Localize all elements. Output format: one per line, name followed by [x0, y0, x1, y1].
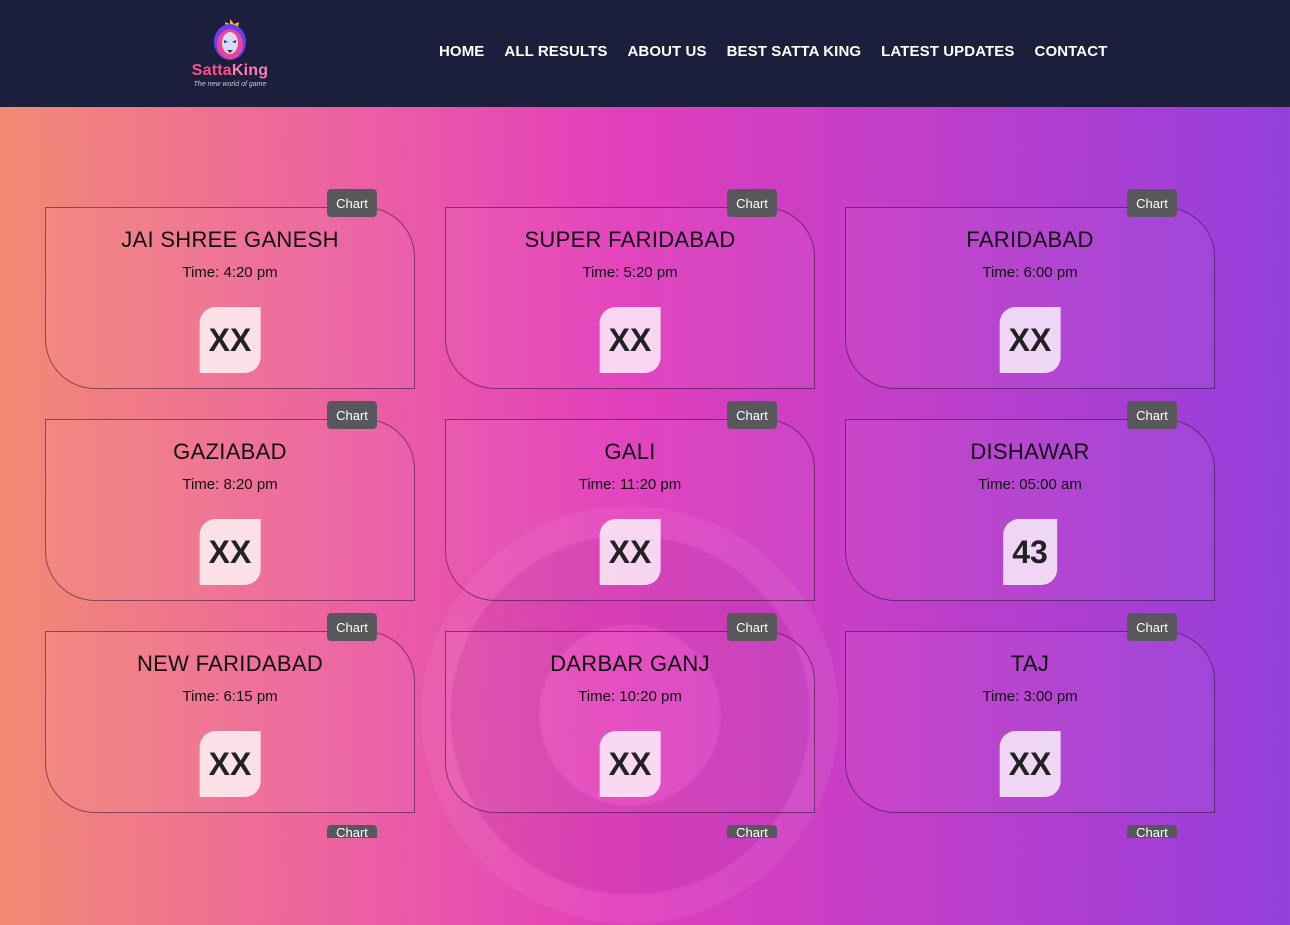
game-result: XX [199, 307, 261, 373]
game-title: NEW FARIDABAD [136, 651, 324, 676]
game-time: Time: 6:00 pm [982, 264, 1078, 281]
site-header: SattaKing The new world of game HOME ALL… [0, 0, 1290, 107]
chart-button[interactable]: Chart [1127, 825, 1177, 838]
game-time: Time: 05:00 am [978, 476, 1082, 493]
game-card: SUPER FARIDABAD Time: 5:20 pm XX [445, 207, 815, 389]
brand-tagline: The new world of game [193, 81, 267, 88]
game-title: GAZIABAD [173, 439, 287, 464]
game-card: FARIDABAD Time: 6:00 pm XX [845, 207, 1215, 389]
game-result: XX [199, 731, 261, 797]
game-result: 43 [1003, 519, 1057, 585]
main-nav: HOME ALL RESULTS ABOUT US BEST SATTA KIN… [439, 43, 1107, 61]
game-time: Time: 10:20 pm [578, 688, 682, 705]
chart-button[interactable]: Chart [327, 401, 377, 429]
game-title: DARBAR GANJ [550, 651, 710, 676]
game-result: XX [199, 519, 261, 585]
nav-about-us[interactable]: ABOUT US [627, 43, 706, 61]
game-card: JAI SHREE GANESH Time: 4:20 pm XX [45, 207, 415, 389]
brand-name: SattaKing [191, 62, 269, 79]
chart-button[interactable]: Chart [727, 401, 777, 429]
game-card: TAJ Time: 3:00 pm XX [845, 631, 1215, 813]
game-time: Time: 8:20 pm [182, 476, 278, 493]
nav-best-satta-king[interactable]: BEST SATTA KING [727, 43, 862, 61]
site-logo[interactable]: SattaKing The new world of game [182, 17, 282, 93]
game-title: DISHAWAR [970, 439, 1090, 464]
chart-button[interactable]: Chart [327, 613, 377, 641]
game-result: XX [999, 731, 1061, 797]
game-result: XX [599, 519, 661, 585]
game-time: Time: 3:00 pm [982, 688, 1078, 705]
chart-button[interactable]: Chart [727, 189, 777, 217]
game-title: JAI SHREE GANESH [121, 227, 339, 252]
lion-icon [214, 19, 246, 60]
chart-button[interactable]: Chart [727, 825, 777, 838]
nav-latest-updates[interactable]: LATEST UPDATES [881, 43, 1014, 61]
game-card: GALI Time: 11:20 pm XX [445, 419, 815, 601]
nav-contact[interactable]: CONTACT [1035, 43, 1108, 61]
chart-button[interactable]: Chart [327, 189, 377, 217]
game-title: TAJ [1010, 651, 1050, 676]
chart-button[interactable]: Chart [727, 613, 777, 641]
game-time: Time: 11:20 pm [578, 476, 682, 493]
game-card: GAZIABAD Time: 8:20 pm XX [45, 419, 415, 601]
game-title: FARIDABAD [966, 227, 1094, 252]
game-card: DISHAWAR Time: 05:00 am 43 [845, 419, 1215, 601]
game-card: DARBAR GANJ Time: 10:20 pm XX [445, 631, 815, 813]
game-time: Time: 5:20 pm [582, 264, 678, 281]
chart-button[interactable]: Chart [1127, 189, 1177, 217]
game-card: NEW FARIDABAD Time: 6:15 pm XX [45, 631, 415, 813]
game-title: GALI [604, 439, 656, 464]
chart-button[interactable]: Chart [1127, 401, 1177, 429]
game-time: Time: 4:20 pm [182, 264, 278, 281]
chart-button[interactable]: Chart [1127, 613, 1177, 641]
nav-all-results[interactable]: ALL RESULTS [504, 43, 607, 61]
game-result: XX [999, 307, 1061, 373]
game-result: XX [599, 307, 661, 373]
chart-button[interactable]: Chart [327, 825, 377, 838]
nav-home[interactable]: HOME [439, 43, 484, 61]
game-result: XX [599, 731, 661, 797]
game-time: Time: 6:15 pm [182, 688, 278, 705]
game-title: SUPER FARIDABAD [524, 227, 736, 252]
